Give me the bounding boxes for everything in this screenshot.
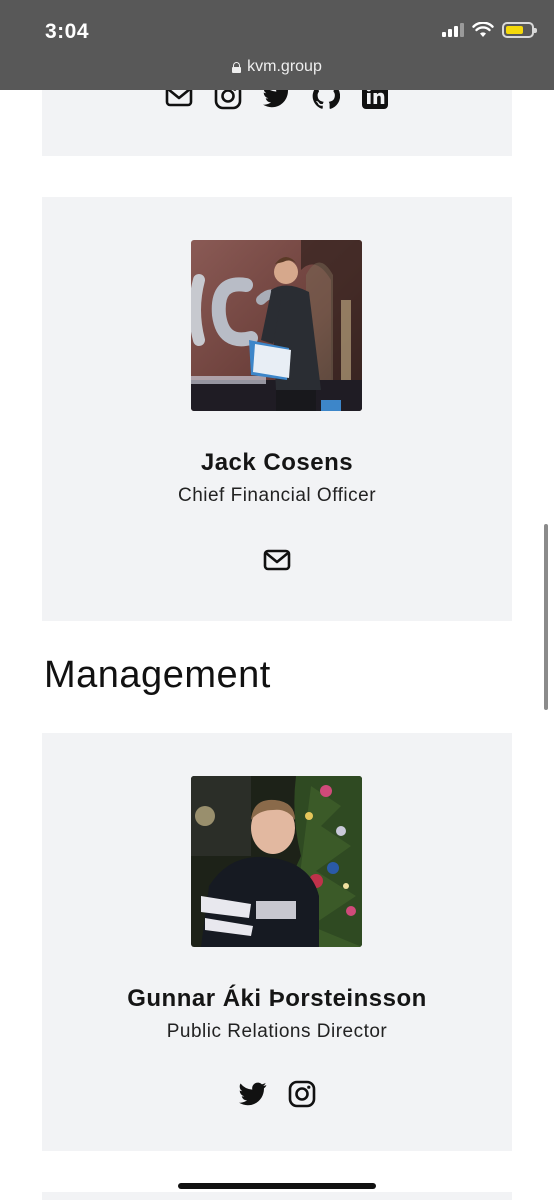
person-role: Public Relations Director [166, 1021, 388, 1042]
person-name: Jack Cosens [200, 449, 354, 476]
signal-icon [442, 23, 464, 37]
home-indicator[interactable] [178, 1183, 376, 1189]
status-bar: 3:04 kvm.group [0, 0, 554, 90]
profile-photo-jack-cosens [191, 240, 362, 411]
url-text: kvm.group [247, 58, 322, 75]
team-card-gunnar: Gunnar Áki Þorsteinsson Public Relations… [42, 733, 512, 1151]
battery-icon [502, 22, 537, 38]
mail-icon[interactable] [263, 549, 291, 571]
section-title-management: Management [44, 654, 271, 696]
scrollbar[interactable] [544, 524, 548, 710]
status-time: 3:04 [45, 20, 90, 43]
profile-photo-gunnar [191, 776, 362, 947]
team-card-next [42, 1192, 512, 1200]
wifi-icon [472, 22, 494, 37]
person-role: Chief Financial Officer [177, 485, 377, 506]
social-links [42, 1080, 512, 1108]
lock-icon [232, 61, 242, 73]
instagram-icon[interactable] [288, 1080, 316, 1108]
social-links [42, 549, 512, 571]
twitter-icon[interactable] [238, 1082, 267, 1106]
team-card-jack-cosens: Jack Cosens Chief Financial Officer [42, 197, 512, 621]
url-bar[interactable]: kvm.group [0, 58, 554, 76]
status-icons [442, 22, 537, 38]
person-name: Gunnar Áki Þorsteinsson [127, 985, 427, 1012]
